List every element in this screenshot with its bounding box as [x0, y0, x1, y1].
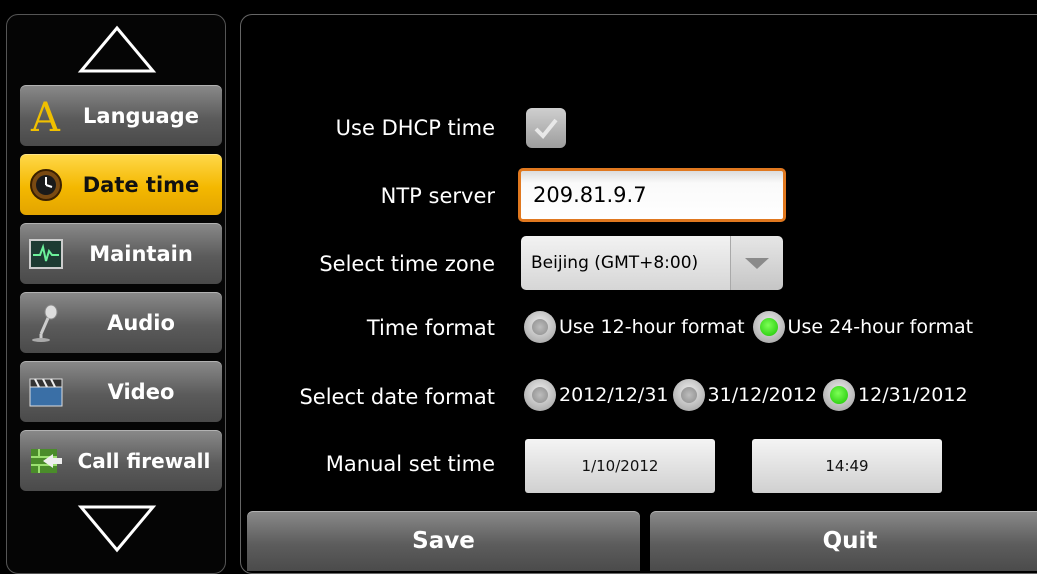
radio-12-hour[interactable]: Use 12-hour format [524, 311, 745, 343]
sidebar-item-label: Audio [107, 310, 175, 335]
save-button[interactable]: Save [247, 511, 640, 571]
radio-off-icon [672, 379, 705, 411]
scroll-down-arrow-icon[interactable] [7, 495, 227, 561]
settings-sidebar: A Language Date time Maintain Audio Vide… [6, 14, 226, 574]
sidebar-item-label: Date time [82, 172, 200, 197]
chevron-down-icon [730, 236, 783, 290]
firewall-icon [26, 441, 66, 481]
language-a-icon: A [26, 96, 66, 136]
clock-icon [26, 165, 66, 205]
dhcp-time-checkbox[interactable] [526, 108, 566, 148]
ntp-server-input[interactable] [518, 168, 786, 222]
sidebar-item-call-firewall[interactable]: Call firewall [20, 430, 222, 491]
manual-time-button[interactable]: 14:49 [752, 439, 942, 493]
sidebar-item-maintain[interactable]: Maintain [20, 223, 222, 284]
time-zone-label: Select time zone [319, 252, 495, 276]
time-zone-value: Beijing (GMT+8:00) [521, 236, 730, 290]
manual-date-button[interactable]: 1/10/2012 [525, 439, 715, 493]
quit-button[interactable]: Quit [650, 511, 1037, 571]
radio-off-icon [524, 311, 556, 343]
radio-24-hour[interactable]: Use 24-hour format [752, 311, 973, 343]
radio-on-icon [823, 379, 856, 411]
radio-date-ymd[interactable]: 2012/12/31 [524, 379, 669, 411]
sidebar-item-video[interactable]: Video [20, 361, 222, 422]
time-zone-select[interactable]: Beijing (GMT+8:00) [521, 236, 783, 290]
sidebar-item-label: Call firewall [77, 448, 211, 473]
radio-date-dmy[interactable]: 31/12/2012 [672, 379, 817, 411]
date-format-radio-group: 2012/12/31 31/12/2012 12/31/2012 [524, 379, 968, 411]
ntp-server-label: NTP server [380, 184, 495, 208]
sidebar-item-label: Video [107, 379, 175, 404]
date-format-label: Select date format [299, 385, 495, 409]
checkmark-icon [534, 118, 558, 139]
radio-on-icon [752, 311, 785, 343]
time-format-label: Time format [366, 316, 495, 340]
sidebar-item-language[interactable]: A Language [20, 85, 222, 146]
dhcp-time-label: Use DHCP time [335, 116, 495, 140]
manual-set-time-label: Manual set time [325, 452, 495, 476]
scroll-up-arrow-icon[interactable] [7, 17, 227, 83]
monitor-waveform-icon [26, 234, 66, 274]
sidebar-item-label: Maintain [89, 241, 193, 266]
time-format-radio-group: Use 12-hour format Use 24-hour format [524, 311, 973, 343]
microphone-icon [26, 303, 66, 343]
sidebar-item-date-time[interactable]: Date time [20, 154, 222, 215]
svg-text:A: A [30, 96, 61, 136]
radio-date-mdy[interactable]: 12/31/2012 [823, 379, 968, 411]
sidebar-item-audio[interactable]: Audio [20, 292, 222, 353]
clapperboard-icon [26, 372, 66, 412]
sidebar-item-label: Language [83, 103, 199, 128]
radio-off-icon [524, 379, 556, 411]
